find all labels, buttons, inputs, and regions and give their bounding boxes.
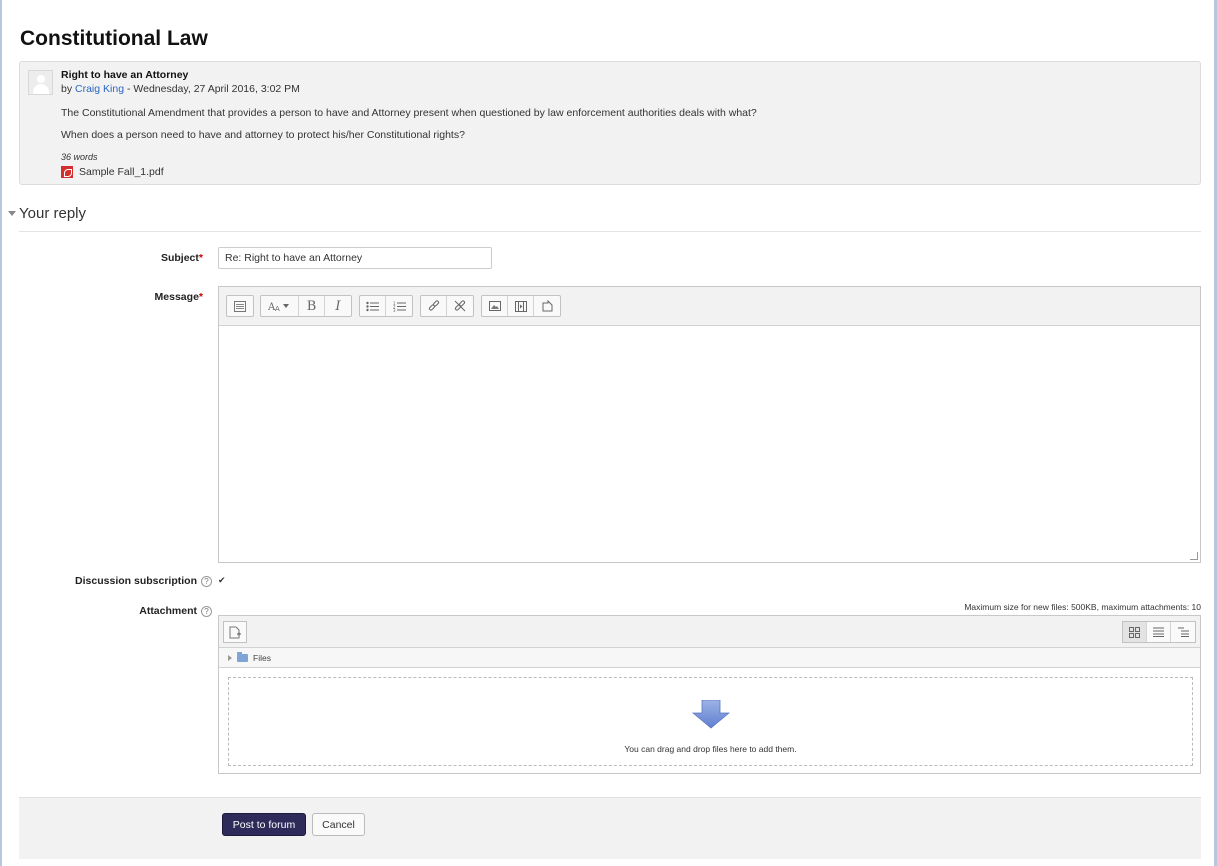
drop-zone[interactable]: You can drag and drop files here to add … <box>228 677 1193 766</box>
word-count: 36 words <box>61 152 98 162</box>
manage-files-button[interactable] <box>534 296 560 316</box>
link-icon <box>428 300 439 311</box>
view-tree-button[interactable] <box>1171 622 1195 642</box>
message-textarea[interactable] <box>219 327 1200 562</box>
subscription-label-text: Discussion subscription <box>75 575 197 587</box>
drop-hint: You can drag and drop files here to add … <box>624 744 797 754</box>
help-icon[interactable]: ? <box>201 575 212 587</box>
avatar[interactable] <box>28 70 53 95</box>
toolbar-group-lists: 123 <box>359 295 413 317</box>
manage-files-icon <box>542 300 552 312</box>
folder-icon <box>237 651 248 662</box>
post-byline: by Craig King - Wednesday, 27 April 2016… <box>61 83 300 95</box>
author-link[interactable]: Craig King <box>75 83 124 95</box>
subject-input[interactable] <box>218 247 492 269</box>
post-attachment[interactable]: Sample Fall_1.pdf <box>61 166 164 178</box>
message-label-text: Message <box>154 291 199 303</box>
paragraph-styles-icon: AA <box>268 302 289 312</box>
toolbar-group-collapse <box>226 295 254 317</box>
view-list-button[interactable] <box>1147 622 1171 642</box>
toolbar-group-media <box>481 295 561 317</box>
post-subject: Right to have an Attorney <box>61 69 189 81</box>
view-switcher <box>1122 621 1196 643</box>
window-left-edge <box>0 0 2 866</box>
file-manager: Files You can drag and drop files here t… <box>218 615 1201 774</box>
bullet-list-icon <box>366 301 379 311</box>
show-more-buttons-button[interactable] <box>227 296 253 316</box>
toolbar-collapse-icon <box>234 300 246 312</box>
svg-text:3: 3 <box>393 308 396 312</box>
form-footer: Post to forum Cancel <box>19 797 1201 859</box>
insert-media-button[interactable] <box>508 296 534 316</box>
page-title: Constitutional Law <box>20 27 208 50</box>
files-folder-link[interactable]: Files <box>253 653 271 663</box>
ordered-list-button[interactable]: 123 <box>386 296 412 316</box>
resize-handle[interactable] <box>1190 552 1198 560</box>
forum-post: Right to have an Attorney by Craig King … <box>19 61 1201 185</box>
section-title: Your reply <box>19 205 86 222</box>
bold-button[interactable]: B <box>299 296 325 316</box>
media-icon <box>514 300 527 312</box>
attachment-label-text: Attachment <box>139 605 197 617</box>
post-paragraph-2: When does a person need to have and atto… <box>61 129 465 141</box>
link-button[interactable] <box>421 296 447 316</box>
cancel-button[interactable]: Cancel <box>312 813 365 836</box>
unordered-list-button[interactable] <box>360 296 386 316</box>
subscription-checkbox[interactable]: ✔ <box>218 576 227 585</box>
max-size-note: Maximum size for new files: 500KB, maxim… <box>964 602 1201 612</box>
add-file-button[interactable] <box>223 621 247 643</box>
expand-arrow-icon[interactable] <box>228 654 232 661</box>
bold-icon: B <box>306 298 317 314</box>
numbered-list-icon: 123 <box>393 301 406 312</box>
drop-arrow-icon <box>692 700 730 729</box>
section-divider <box>19 231 1201 232</box>
help-icon[interactable]: ? <box>201 605 212 617</box>
file-path-bar: Files <box>219 648 1200 668</box>
required-mark: * <box>198 252 203 264</box>
subject-label-text: Subject <box>160 252 199 264</box>
your-reply-header[interactable]: Your reply <box>8 205 86 222</box>
pdf-icon <box>61 166 73 178</box>
view-icons-button[interactable] <box>1123 622 1147 642</box>
italic-icon: I <box>335 298 341 314</box>
add-file-icon <box>229 626 241 638</box>
toolbar-group-style: AA B I <box>260 295 352 317</box>
toolbar-group-links <box>420 295 474 317</box>
attachment-link[interactable]: Sample Fall_1.pdf <box>79 166 164 178</box>
paragraph-styles-button[interactable]: AA <box>261 296 299 316</box>
editor-toolbar: AA B I 123 <box>219 287 1200 326</box>
italic-button[interactable]: I <box>325 296 351 316</box>
collapse-caret-icon[interactable] <box>8 211 16 216</box>
message-label: Message* <box>130 291 203 303</box>
file-manager-toolbar <box>219 616 1200 648</box>
list-view-icon <box>1153 627 1164 637</box>
post-paragraph-1: The Constitutional Amendment that provid… <box>61 107 757 119</box>
unlink-icon <box>454 300 466 312</box>
required-mark: * <box>198 291 203 303</box>
image-icon <box>488 301 501 311</box>
subject-label: Subject* <box>140 252 203 264</box>
message-editor: AA B I 123 <box>218 286 1201 563</box>
attachment-label: Attachment? <box>100 605 212 617</box>
svg-text:A: A <box>275 305 280 312</box>
insert-image-button[interactable] <box>482 296 508 316</box>
byline-prefix: by <box>61 83 76 95</box>
post-date: - Wednesday, 27 April 2016, 3:02 PM <box>124 83 300 95</box>
subscription-label: Discussion subscription? <box>40 575 212 587</box>
grid-icon <box>1129 626 1140 638</box>
tree-view-icon <box>1177 627 1189 637</box>
post-to-forum-button[interactable]: Post to forum <box>222 813 306 836</box>
unlink-button[interactable] <box>447 296 473 316</box>
